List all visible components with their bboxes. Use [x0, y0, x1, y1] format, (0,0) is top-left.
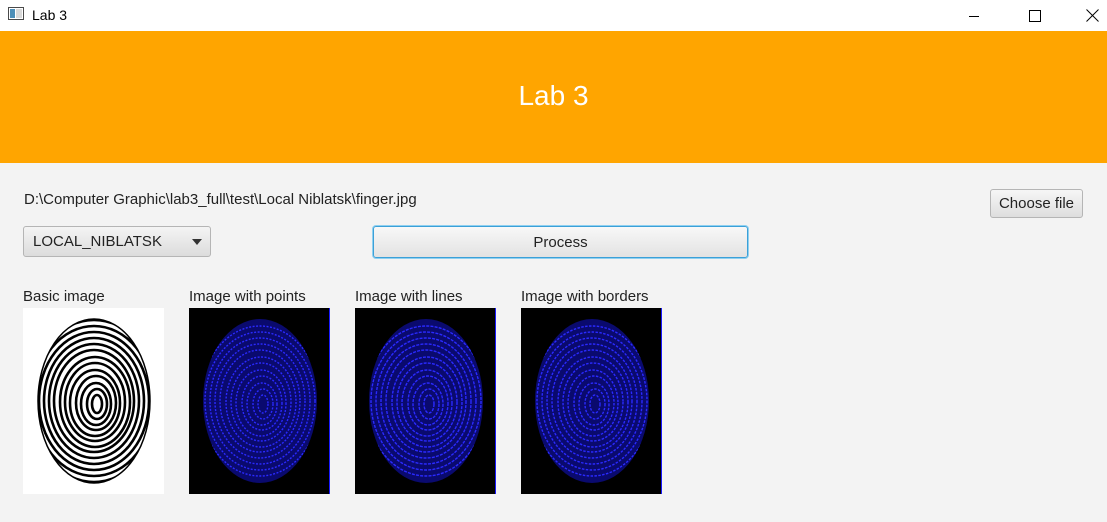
method-select-value: LOCAL_NIBLATSK	[33, 233, 162, 250]
minimize-icon	[969, 15, 979, 17]
header-banner: Lab 3	[0, 31, 1107, 163]
minimize-button[interactable]	[951, 0, 997, 31]
window-titlebar: Lab 3	[0, 0, 1107, 31]
fingerprint-basic	[37, 318, 151, 484]
file-path-label: D:\Computer Graphic\lab3_full\test\Local…	[24, 191, 417, 208]
basic-image-label: Basic image	[23, 288, 105, 305]
method-select[interactable]: LOCAL_NIBLATSK	[23, 226, 211, 257]
header-title: Lab 3	[518, 80, 589, 111]
chevron-down-icon	[192, 239, 202, 245]
process-button[interactable]: Process	[373, 226, 748, 258]
choose-file-button[interactable]: Choose file	[990, 189, 1083, 218]
borders-image-label: Image with borders	[521, 288, 649, 305]
app-icon	[8, 7, 24, 20]
basic-image	[23, 308, 164, 494]
fingerprint-lines	[369, 319, 483, 483]
close-button[interactable]	[1069, 0, 1107, 31]
lines-image-label: Image with lines	[355, 288, 463, 305]
fingerprint-points	[203, 319, 317, 483]
points-image-label: Image with points	[189, 288, 306, 305]
borders-image	[521, 308, 662, 494]
points-image	[189, 308, 330, 494]
close-icon	[1085, 9, 1099, 22]
window-title: Lab 3	[32, 7, 68, 23]
maximize-icon	[1029, 9, 1041, 22]
lines-image	[355, 308, 496, 494]
maximize-button[interactable]	[1012, 0, 1058, 31]
fingerprint-borders	[535, 319, 649, 483]
